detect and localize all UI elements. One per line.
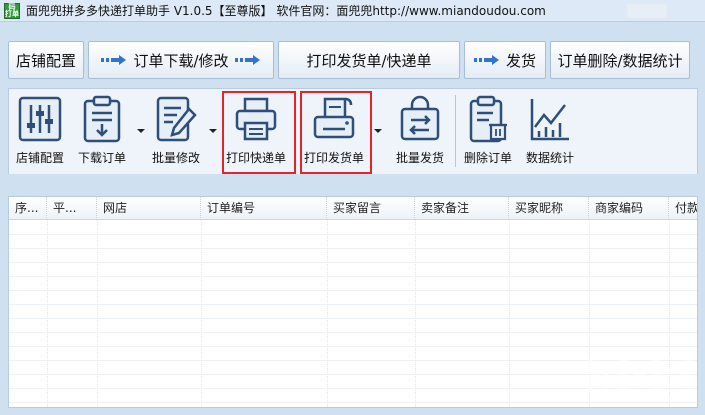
column-header-merchant-code[interactable]: 商家编码	[589, 197, 669, 220]
table-row[interactable]	[9, 235, 697, 249]
table-column-divider	[327, 220, 328, 407]
batch-edit-dropdown-arrow-icon[interactable]	[209, 129, 217, 133]
column-header-buyer-message[interactable]: 买家留言	[327, 197, 415, 220]
workflow-step-label: 订单删除/数据统计	[557, 51, 683, 70]
table-header: 序... 平... 网店 订单编号 买家留言 卖家备注 买家昵称 商家编码 付款…	[9, 197, 697, 220]
batch-ship-button[interactable]: 批量发货	[389, 93, 451, 171]
clipboard-delete-icon	[463, 93, 513, 145]
workflow-step-label: 发货	[505, 51, 536, 70]
delete-orders-label: 删除订单	[463, 151, 512, 165]
arrow-right-icon	[473, 55, 500, 65]
window-title: 面兜兜拼多多快递打单助手 V1.0.5【至尊版】 软件官网：面兜兜http://…	[26, 4, 546, 18]
data-statistics-button[interactable]: 数据统计	[519, 93, 581, 171]
watermark-logo	[589, 351, 699, 409]
app-logo-icon: 码 打单	[4, 2, 20, 19]
table-column-divider	[415, 220, 416, 407]
title-bar-controls[interactable]	[627, 4, 667, 18]
workflow-bar: 店铺配置 订单下载/修改 打印发货单/快递单 发货 订单删除/数据统计	[0, 22, 705, 84]
table-row[interactable]	[9, 249, 697, 263]
column-header-seller-note[interactable]: 卖家备注	[415, 197, 509, 220]
table-column-divider	[97, 220, 98, 407]
print-express-highlight-box	[222, 91, 296, 174]
workflow-step-label: 订单下载/修改	[133, 51, 229, 70]
shop-config-button[interactable]: 店铺配置	[9, 93, 71, 171]
table-row[interactable]	[9, 291, 697, 305]
toolbar-separator	[455, 95, 456, 167]
batch-ship-label: 批量发货	[395, 151, 444, 165]
download-orders-label: 下载订单	[77, 151, 126, 165]
column-header-order-number[interactable]: 订单编号	[201, 197, 327, 220]
table-row[interactable]	[9, 277, 697, 291]
shopping-bag-swap-icon	[395, 93, 445, 145]
data-statistics-label: 数据统计	[525, 151, 574, 165]
batch-edit-button[interactable]: 批量修改	[145, 93, 207, 171]
workflow-step-label: 打印发货单/快递单	[306, 51, 432, 70]
workflow-step-delete-stats[interactable]: 订单删除/数据统计	[550, 41, 690, 79]
table-row[interactable]	[9, 319, 697, 333]
column-header-shop[interactable]: 网店	[97, 197, 201, 220]
sliders-icon	[15, 93, 65, 145]
delete-orders-button[interactable]: 删除订单	[457, 93, 519, 171]
workflow-step-order-download[interactable]: 订单下载/修改	[88, 41, 274, 79]
table-column-divider	[509, 220, 510, 407]
document-edit-icon	[151, 93, 201, 145]
download-orders-dropdown-arrow-icon[interactable]	[137, 129, 145, 133]
workflow-step-shop-config[interactable]: 店铺配置	[8, 41, 84, 79]
batch-edit-label: 批量修改	[151, 151, 200, 165]
table-row[interactable]	[9, 305, 697, 319]
table-column-divider	[201, 220, 202, 407]
table-row[interactable]	[9, 333, 697, 347]
main-toolbar: 店铺配置 下载订单 批量修改 打印快递单 打印发货单 批量发货 删除订单 数据统…	[8, 88, 698, 174]
table-row[interactable]	[9, 221, 697, 235]
print-delivery-dropdown-arrow-icon[interactable]	[374, 129, 382, 133]
workflow-step-label: 店铺配置	[15, 51, 76, 70]
workflow-step-print[interactable]: 打印发货单/快递单	[278, 41, 460, 79]
column-header-payment[interactable]: 付款方	[669, 197, 697, 220]
arrow-right-icon	[101, 55, 127, 65]
column-header-seq[interactable]: 序...	[9, 197, 47, 220]
column-header-platform[interactable]: 平...	[47, 197, 97, 220]
title-bar: 码 打单 面兜兜拼多多快递打单助手 V1.0.5【至尊版】 软件官网：面兜兜ht…	[0, 0, 705, 22]
app-logo-text-bottom: 打单	[5, 9, 19, 18]
line-chart-icon	[525, 93, 575, 145]
workflow-step-ship[interactable]: 发货	[464, 41, 546, 79]
column-header-buyer-nickname[interactable]: 买家昵称	[509, 197, 589, 220]
table-column-divider	[47, 220, 48, 407]
status-strip	[0, 408, 705, 415]
clipboard-download-icon	[77, 93, 127, 145]
shop-config-label: 店铺配置	[15, 151, 64, 165]
download-orders-button[interactable]: 下载订单	[71, 93, 133, 171]
arrow-right-icon	[234, 55, 261, 65]
print-delivery-highlight-box	[300, 91, 372, 174]
table-row[interactable]	[9, 263, 697, 277]
